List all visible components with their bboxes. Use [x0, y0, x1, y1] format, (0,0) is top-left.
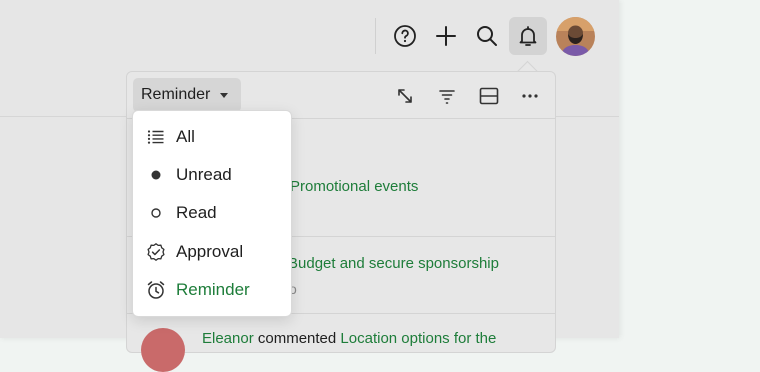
user-avatar[interactable]	[556, 17, 595, 56]
notification-text: Eleanor commented Location options for t…	[202, 330, 496, 347]
caret-down-icon	[220, 92, 229, 98]
layout-button[interactable]	[475, 82, 503, 110]
menu-item-label: Read	[176, 203, 217, 222]
filter-button[interactable]	[433, 82, 461, 110]
notifications-button[interactable]	[509, 17, 547, 55]
search-button[interactable]	[468, 17, 506, 55]
menu-item-unread[interactable]: Unread	[133, 158, 291, 192]
menu-item-label: Approval	[176, 242, 244, 261]
filter-dropdown-button[interactable]: Reminder	[133, 78, 241, 112]
menu-item-label: Reminder	[176, 280, 250, 299]
filled-dot-icon	[146, 165, 166, 185]
expand-icon	[398, 89, 412, 103]
filter-dropdown-menu: All Unread Read Approval Reminder	[132, 110, 292, 317]
notification-actor[interactable]: Eleanor	[202, 330, 254, 347]
filter-label: Reminder	[141, 86, 211, 103]
notification-link[interactable]: Location options for the	[340, 330, 496, 347]
bell-icon	[519, 26, 537, 46]
add-button[interactable]	[427, 17, 465, 55]
filter-icon	[439, 90, 455, 104]
hollow-dot-icon	[146, 203, 166, 223]
check-badge-icon	[146, 242, 166, 262]
help-icon	[394, 25, 416, 47]
notification-link[interactable]: Promotional events	[290, 178, 418, 195]
more-button[interactable]	[516, 82, 544, 110]
plus-icon	[436, 26, 456, 46]
avatar	[141, 328, 185, 372]
list-icon	[146, 127, 166, 147]
search-icon	[477, 26, 497, 46]
alarm-clock-icon	[146, 280, 166, 300]
notification-link[interactable]: Budget and secure sponsorship	[288, 255, 499, 272]
menu-item-all[interactable]: All	[133, 120, 291, 154]
menu-item-label: All	[176, 127, 195, 146]
menu-item-approval[interactable]: Approval	[133, 235, 291, 269]
layout-icon	[479, 87, 499, 105]
notification-action: commented	[257, 330, 337, 347]
more-icon	[522, 94, 538, 98]
topbar-separator	[375, 18, 376, 54]
menu-item-label: Unread	[176, 165, 232, 184]
menu-item-read[interactable]: Read	[133, 196, 291, 230]
help-button[interactable]	[386, 17, 424, 55]
menu-item-reminder[interactable]: Reminder	[133, 273, 291, 307]
expand-button[interactable]	[391, 82, 419, 110]
